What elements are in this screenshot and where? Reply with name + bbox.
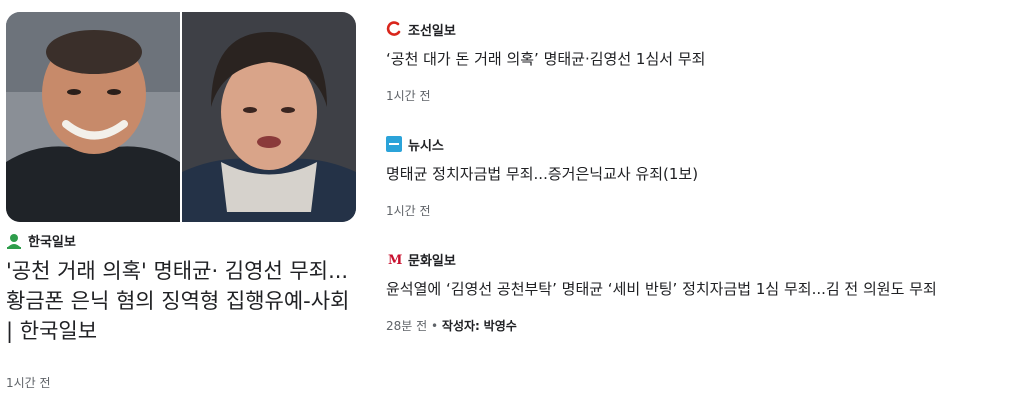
- news-time: 1시간 전: [386, 204, 431, 218]
- newsis-logo-icon: [386, 136, 402, 152]
- news-thumbnail[interactable]: [6, 12, 356, 222]
- news-source-name: 문화일보: [408, 253, 456, 269]
- munhwa-ilbo-logo-icon: M: [388, 253, 402, 267]
- news-item[interactable]: 뉴시스 명태균 정치자금법 무죄...증거은닉교사 유죄(1보) 1시간 전: [386, 135, 1026, 219]
- thumbnail-divider: [180, 12, 182, 222]
- news-time: 1시간 전: [386, 89, 431, 103]
- news-source[interactable]: 조선일보: [386, 20, 1026, 39]
- chosun-ilbo-logo-icon: [386, 21, 401, 36]
- news-item[interactable]: M 문화일보 윤석열에 ‘김영선 공천부탁’ 명태균 ‘세비 반팅’ 정치자금법…: [386, 250, 1026, 334]
- news-meta: 28분 전 • 작성자: 박영수: [386, 317, 1026, 334]
- svg-text:M: M: [388, 253, 402, 267]
- main-source-name: 한국일보: [28, 235, 76, 250]
- main-news-card[interactable]: [6, 12, 356, 222]
- main-news-title[interactable]: '공천 거래 의혹' 명태균· 김영선 무죄... 황금폰 은닉 혐의 징역형 …: [6, 256, 356, 346]
- news-title[interactable]: 명태균 정치자금법 무죄...증거은닉교사 유죄(1보): [386, 164, 1026, 184]
- hankook-ilbo-logo-icon: [7, 233, 21, 249]
- news-source-name: 뉴시스: [408, 138, 444, 154]
- news-title[interactable]: 윤석열에 ‘김영선 공천부탁’ 명태균 ‘세비 반팅’ 정치자금법 1심 무죄.…: [386, 279, 1026, 299]
- news-item[interactable]: 조선일보 ‘공천 대가 돈 거래 의혹’ 명태균·김영선 1심서 무죄 1시간 …: [386, 20, 1026, 104]
- meta-separator: •: [431, 319, 442, 333]
- news-source-name: 조선일보: [408, 23, 456, 39]
- news-time: 28분 전: [386, 319, 428, 333]
- author-prefix: 작성자:: [441, 319, 480, 333]
- news-source[interactable]: 뉴시스: [386, 135, 1026, 154]
- news-source[interactable]: M 문화일보: [386, 250, 1026, 269]
- main-source[interactable]: 한국일보: [6, 231, 76, 250]
- news-title[interactable]: ‘공천 대가 돈 거래 의혹’ 명태균·김영선 1심서 무죄: [386, 49, 1026, 69]
- author-name: 박영수: [483, 319, 517, 333]
- main-news-time: 1시간 전: [6, 376, 51, 390]
